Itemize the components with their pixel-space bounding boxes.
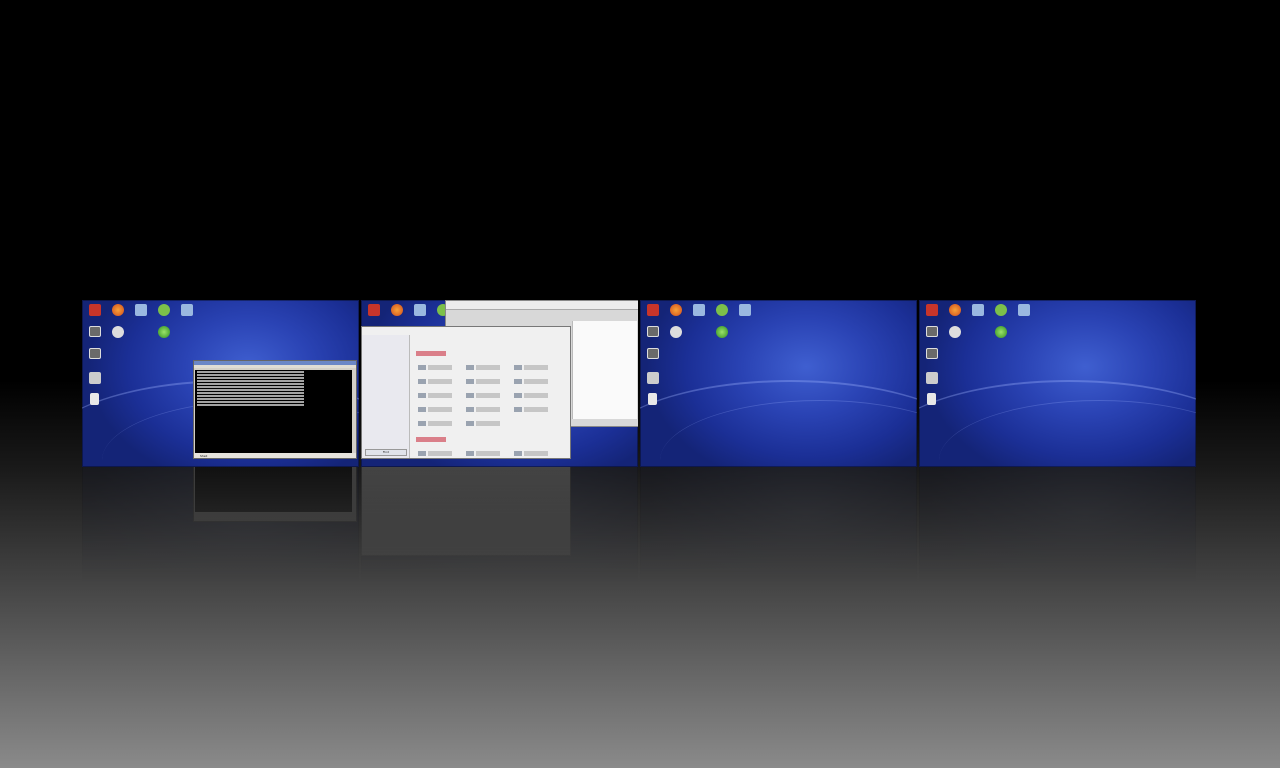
settings-item[interactable] — [418, 365, 458, 370]
settings-item[interactable] — [514, 379, 554, 384]
settings-section-header — [416, 351, 446, 356]
settings-sidebar[interactable]: Find — [362, 335, 410, 458]
terminal-screen[interactable] — [195, 370, 352, 453]
settings-item[interactable] — [418, 407, 458, 412]
computer-icon[interactable] — [926, 326, 938, 337]
network-icon[interactable] — [135, 304, 147, 316]
disc-icon[interactable] — [949, 326, 961, 338]
settings-window-reflection — [361, 467, 571, 556]
printer-icon[interactable] — [647, 372, 659, 384]
home-icon[interactable] — [89, 304, 101, 316]
document-icon[interactable] — [90, 393, 99, 405]
folder-icon[interactable] — [89, 348, 101, 359]
desktop-thumbnail-4[interactable] — [919, 300, 1196, 467]
settings-item[interactable] — [418, 451, 458, 456]
network-icon[interactable] — [693, 304, 705, 316]
settings-item[interactable] — [466, 407, 506, 412]
terminal-window-reflection — [193, 467, 357, 522]
settings-item[interactable] — [418, 421, 458, 426]
desktop-thumbnail-2[interactable]: Find — [361, 300, 638, 467]
network-icon[interactable] — [414, 304, 426, 316]
disc-icon[interactable] — [670, 326, 682, 338]
network-icon[interactable] — [972, 304, 984, 316]
cloud-icon[interactable] — [739, 304, 751, 316]
desktop-thumbnail-1[interactable]: Shell — [82, 300, 359, 467]
settings-item[interactable] — [514, 451, 554, 456]
terminal-statusbar: Shell — [194, 453, 356, 458]
globe-icon[interactable] — [158, 326, 170, 338]
desktop-reflection — [82, 467, 1198, 582]
document-icon[interactable] — [927, 393, 936, 405]
settings-item[interactable] — [514, 365, 554, 370]
settings-item[interactable] — [466, 451, 506, 456]
settings-item[interactable] — [418, 379, 458, 384]
trash-icon[interactable] — [716, 304, 728, 316]
desktop-reflection-2 — [361, 467, 638, 582]
settings-item[interactable] — [466, 393, 506, 398]
disc-icon[interactable] — [112, 326, 124, 338]
globe-icon[interactable] — [995, 326, 1007, 338]
terminal-menubar[interactable] — [194, 365, 356, 368]
trash-icon[interactable] — [158, 304, 170, 316]
firefox-icon[interactable] — [949, 304, 961, 316]
folder-icon[interactable] — [647, 348, 659, 359]
folder-icon[interactable] — [926, 348, 938, 359]
globe-icon[interactable] — [716, 326, 728, 338]
firefox-icon[interactable] — [112, 304, 124, 316]
terminal-tab-label[interactable]: Shell — [200, 454, 207, 458]
window-pane — [572, 321, 637, 419]
find-button[interactable]: Find — [365, 449, 407, 456]
document-icon[interactable] — [648, 393, 657, 405]
computer-icon[interactable] — [89, 326, 101, 337]
desktop-reflection-1 — [82, 467, 359, 582]
settings-item[interactable] — [466, 421, 506, 426]
cloud-icon[interactable] — [181, 304, 193, 316]
settings-window[interactable]: Find — [361, 326, 571, 459]
printer-icon[interactable] — [926, 372, 938, 384]
window-toolbar[interactable] — [446, 301, 638, 310]
settings-item[interactable] — [514, 407, 554, 412]
printer-icon[interactable] — [89, 372, 101, 384]
desktop-reflection-3 — [640, 467, 917, 582]
firefox-icon[interactable] — [391, 304, 403, 316]
settings-item[interactable] — [418, 393, 458, 398]
terminal-screen-reflection — [195, 467, 352, 512]
computer-icon[interactable] — [647, 326, 659, 337]
firefox-icon[interactable] — [670, 304, 682, 316]
settings-section-header — [416, 437, 446, 442]
settings-item[interactable] — [466, 365, 506, 370]
desktop-thumbnail-3[interactable] — [640, 300, 917, 467]
desktop-reflection-4 — [919, 467, 1196, 582]
desktop-wall: Shell Find — [82, 300, 1198, 467]
home-icon[interactable] — [926, 304, 938, 316]
trash-icon[interactable] — [995, 304, 1007, 316]
home-icon[interactable] — [647, 304, 659, 316]
cloud-icon[interactable] — [1018, 304, 1030, 316]
settings-item[interactable] — [514, 393, 554, 398]
settings-item[interactable] — [466, 379, 506, 384]
home-icon[interactable] — [368, 304, 380, 316]
terminal-window[interactable]: Shell — [193, 360, 357, 459]
